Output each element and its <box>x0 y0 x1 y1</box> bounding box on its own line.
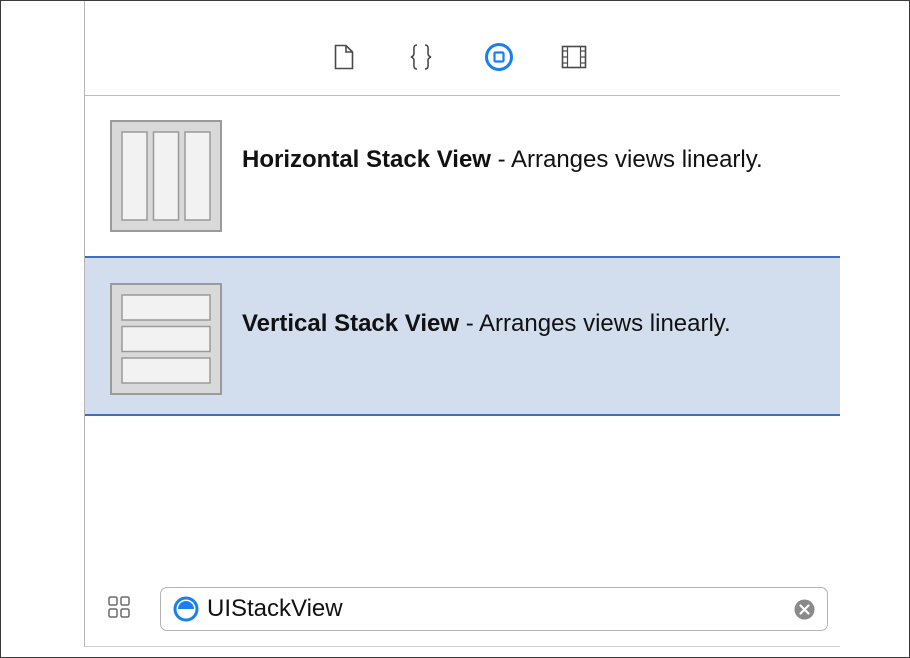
tab-code-snippet-library[interactable] <box>403 39 439 75</box>
tab-media-library[interactable] <box>556 39 592 75</box>
library-item-summary: Arranges views linearly. <box>510 146 763 173</box>
grid-view-icon[interactable] <box>108 596 130 618</box>
object-scope-icon <box>173 596 199 622</box>
horizontal-stack-view-icon <box>110 120 222 232</box>
library-item-summary: Arranges views linearly. <box>479 310 731 337</box>
object-library-icon <box>485 43 513 71</box>
library-item-title: Horizontal Stack View <box>242 146 491 173</box>
library-item-separator: - <box>459 310 480 337</box>
tab-object-library[interactable] <box>481 39 517 75</box>
media-library-icon <box>561 45 587 69</box>
tab-file-template-library[interactable] <box>326 39 362 75</box>
screenshot-frame: Horizontal Stack View - Arranges views l… <box>0 0 910 658</box>
library-tab-bar <box>85 1 840 96</box>
library-item-vertical-stack-view[interactable]: Vertical Stack View - Arranges views lin… <box>85 256 840 416</box>
library-item-horizontal-stack-view[interactable]: Horizontal Stack View - Arranges views l… <box>85 96 840 254</box>
library-panel: Horizontal Stack View - Arranges views l… <box>84 1 840 647</box>
library-item-title: Vertical Stack View <box>242 310 460 337</box>
file-icon <box>334 44 354 70</box>
braces-icon <box>410 44 432 70</box>
library-search-field[interactable] <box>160 587 828 631</box>
library-filter-bar <box>85 576 840 646</box>
library-item-separator: - <box>490 146 511 173</box>
library-item-description: Vertical Stack View - Arranges views lin… <box>242 308 810 340</box>
library-item-description: Horizontal Stack View - Arranges views l… <box>242 144 810 176</box>
search-input[interactable] <box>207 592 767 626</box>
clear-search-icon[interactable] <box>794 599 815 620</box>
vertical-stack-view-icon <box>110 283 222 395</box>
